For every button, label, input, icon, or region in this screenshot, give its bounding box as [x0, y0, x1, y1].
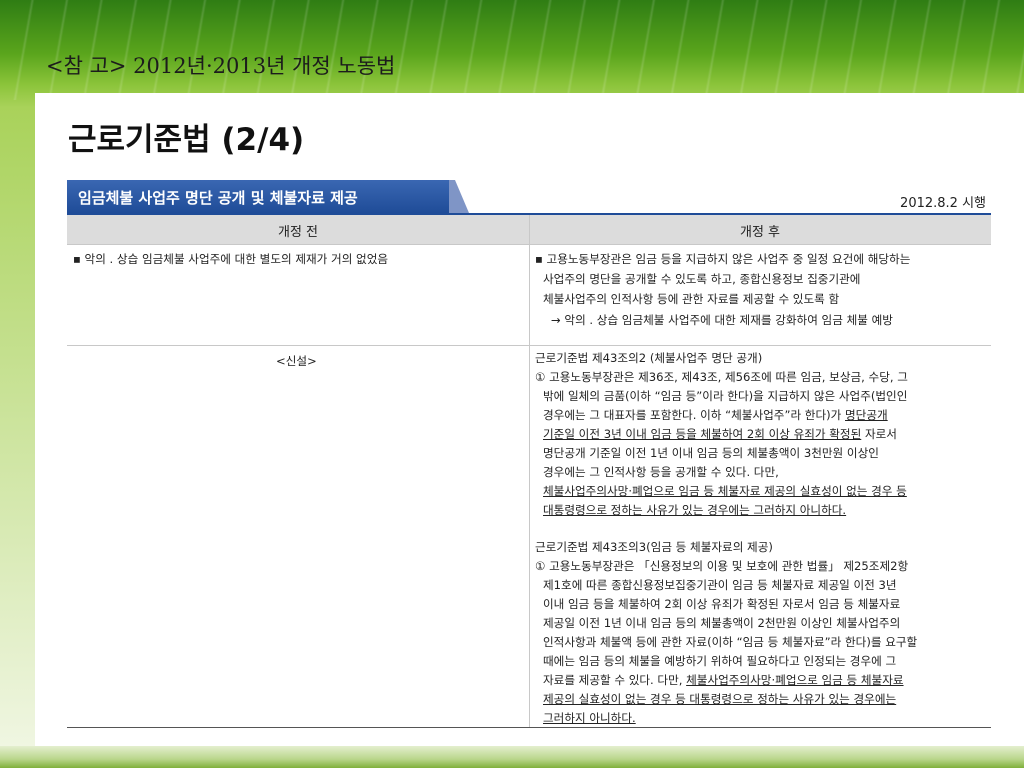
article-text: 자료를 제공할 수 있다. 다만, [543, 673, 687, 687]
article-line: 제1호에 따른 종합신용정보집중기관이 임금 등 체불자료 제공일 이전 3년 [543, 578, 897, 592]
article-line: 명단공개 기준일 이전 1년 이내 임금 등의 체불총액이 3천만원 이상인 [543, 446, 879, 460]
header-before: 개정 전 [277, 225, 318, 240]
article-line: 체불사업주의사망·폐업으로 임금 등 체불자료 제공의 실효성이 없는 경우 등 [543, 482, 907, 501]
article-line: 대통령령으로 정하는 사유가 있는 경우에는 그러하지 아니하다. [543, 501, 846, 520]
slide-title: <참 고> 2012년·2013년 개정 노동법 [46, 54, 396, 78]
article-line: ① 고용노동부장관은 「신용정보의 이용 및 보호에 관한 법률」 제25조제2… [535, 559, 909, 573]
article-line: 기준일 이전 3년 이내 임금 등을 체불하여 2회 이상 유죄가 확정된 자로… [543, 425, 897, 444]
article-underlined: 제공의 실효성이 없는 경우 등 대통령령으로 정하는 사유가 있는 경우에는 [543, 692, 897, 706]
article-underlined: 체불사업주의사망·폐업으로 임금 등 체불자료 제공의 실효성이 없는 경우 등 [543, 484, 907, 498]
bottom-band [0, 746, 1024, 768]
row-divider [67, 345, 991, 346]
article-line: ① 고용노동부장관은 제36조, 제43조, 제56조에 따른 임금, 보상금,… [535, 370, 908, 384]
article-line: 경우에는 그 인적사항 등을 공개할 수 있다. 다만, [543, 465, 779, 479]
article-line: 이내 임금 등을 체불하여 2회 이상 유죄가 확정된 자로서 임금 등 체불자… [543, 597, 901, 611]
article-line: 그러하지 아니하다. [543, 709, 636, 728]
article-underlined: 그러하지 아니하다. [543, 711, 636, 725]
row1-after-line: → 악의 . 상습 임금체불 사업주에 대한 제재를 강화하여 임금 체불 예방 [551, 313, 893, 327]
page-title: 근로기준법 (2/4) [68, 122, 305, 158]
article-underlined: 대통령령으로 정하는 사유가 있는 경우에는 그러하지 아니하다. [543, 503, 847, 517]
article-underlined: 체불사업주의사망·폐업으로 임금 등 체불자료 [686, 673, 904, 687]
article-line: 제공의 실효성이 없는 경우 등 대통령령으로 정하는 사유가 있는 경우에는 [543, 690, 896, 709]
row1-before: ▪ 악의 . 상습 임금체불 사업주에 대한 별도의 제재가 거의 없었음 [73, 252, 389, 266]
section-tab-label: 임금체불 사업주 명단 공개 및 체불자료 제공 [78, 189, 358, 207]
article-43-2-title: 근로기준법 제43조의2 (체불사업주 명단 공개) [535, 351, 763, 365]
effective-date: 2012.8.2 시행 [900, 196, 986, 211]
article-text: 경우에는 그 대표자를 포함한다. 이하 “체불사업주”라 한다)가 [543, 408, 846, 422]
article-line: 경우에는 그 대표자를 포함한다. 이하 “체불사업주”라 한다)가 명단공개 [543, 406, 888, 425]
article-line: 인적사항과 체불액 등에 관한 자료(이하 “임금 등 체불자료”라 한다)를 … [543, 635, 918, 649]
article-line: 때에는 임금 등의 체불을 예방하기 위하여 필요하다고 인정되는 경우에 그 [543, 654, 897, 668]
row1-after-line: ▪ 고용노동부장관은 임금 등을 지급하지 않은 사업주 중 일정 요건에 해당… [535, 252, 911, 266]
table-bottom-rule [67, 727, 991, 728]
row1-after-line: 체불사업주의 인적사항 등에 관한 자료를 제공할 수 있도록 함 [543, 292, 840, 306]
article-43-3-title: 근로기준법 제43조의3(임금 등 체불자료의 제공) [535, 540, 773, 554]
article-line: 제공일 이전 1년 이내 임금 등의 체불총액이 2천만원 이상인 체불사업주의 [543, 616, 901, 630]
row2-before: <신설> [276, 354, 317, 368]
article-line: 밖에 일체의 금품(이하 “임금 등”이라 한다)을 지급하지 않은 사업주(법… [543, 389, 908, 403]
header-after: 개정 후 [739, 225, 780, 240]
article-line: 자료를 제공할 수 있다. 다만, 체불사업주의사망·폐업으로 임금 등 체불자… [543, 671, 904, 690]
column-divider [529, 215, 530, 727]
article-underlined: 기준일 이전 3년 이내 임금 등을 체불하여 2회 이상 유죄가 확정된 [543, 427, 862, 441]
article-text: 자로서 [861, 427, 897, 441]
row-divider [67, 244, 991, 245]
row1-after-line: 사업주의 명단을 공개할 수 있도록 하고, 종합신용정보 집중기관에 [543, 272, 861, 286]
article-underlined: 명단공개 [845, 408, 888, 422]
